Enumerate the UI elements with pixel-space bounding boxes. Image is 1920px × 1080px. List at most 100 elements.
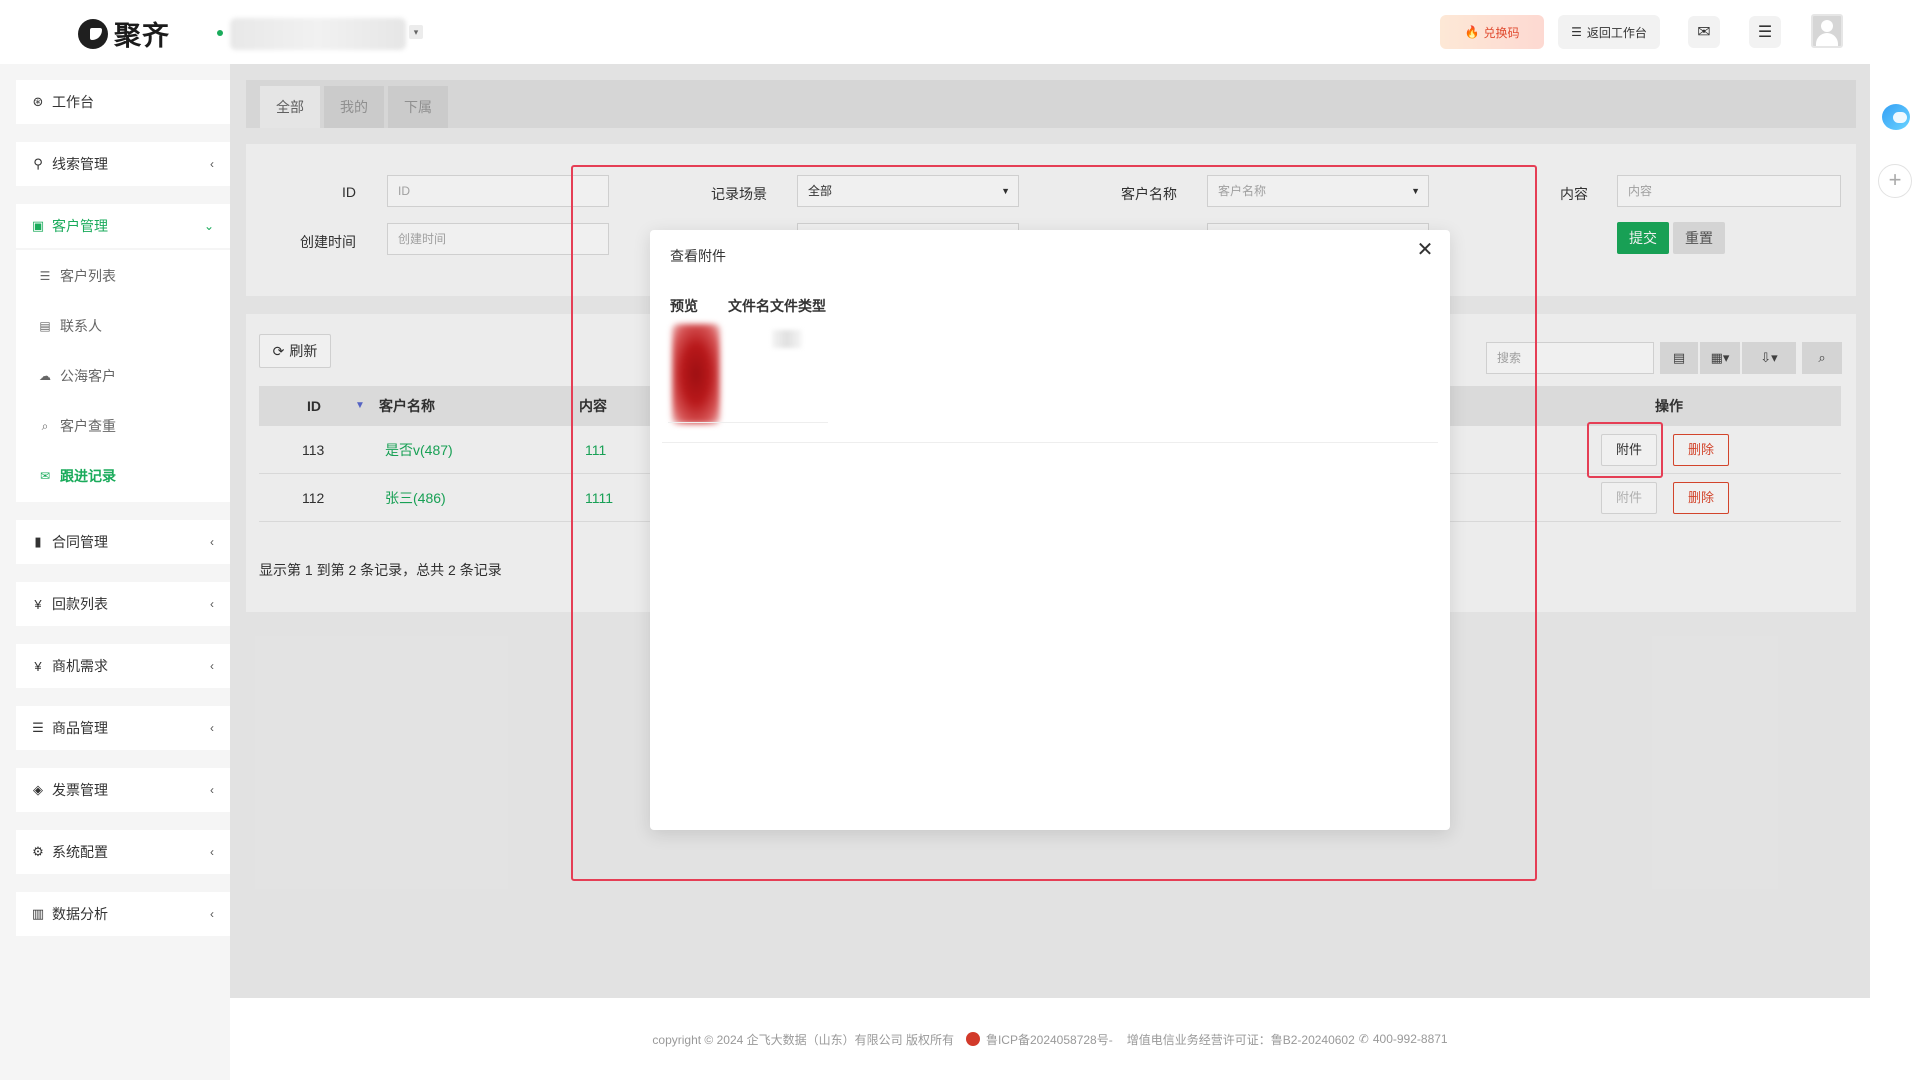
id-label: ID [342, 184, 356, 200]
dashboard-icon: ⊛ [32, 94, 44, 109]
created-time-input[interactable]: 创建时间 [387, 223, 609, 255]
column-header-customer[interactable]: 客户名称 [379, 386, 435, 426]
back-to-workbench-label: 返回工作台 [1586, 25, 1647, 40]
row-id: 112 [302, 490, 325, 506]
sidebar-item-customers[interactable]: ▣ 客户管理 ⌄ [16, 204, 230, 248]
scene-label: 记录场景 [711, 186, 767, 202]
sort-desc-icon[interactable]: ▼ [355, 386, 365, 426]
company-switcher[interactable] [230, 18, 406, 50]
sidebar-item-contracts[interactable]: ▮ 合同管理 ‹ [16, 520, 230, 564]
attachment-button[interactable]: 附件 [1601, 482, 1657, 514]
scene-select[interactable]: 全部 ▼ [797, 175, 1019, 207]
sidebar-item-products[interactable]: ☰ 商品管理 ‹ [16, 706, 230, 750]
mail-icon[interactable]: ✉ [1688, 16, 1720, 48]
sidebar-item-customer-list[interactable]: ☰ 客户列表 [38, 264, 116, 288]
attachment-modal: 查看附件 ✕ 预览 文件名 文件类型 [650, 230, 1450, 830]
id-input[interactable]: ID [387, 175, 609, 207]
sidebar-item-label: 跟进记录 [60, 468, 116, 484]
caret-down-icon[interactable]: ▾ [409, 25, 423, 39]
chevron-left-icon: ‹ [210, 157, 214, 171]
sidebar-item-duplicate-check[interactable]: ⌕ 客户查重 [38, 414, 116, 438]
column-header-content[interactable]: 内容 [579, 386, 607, 426]
plus-icon[interactable]: + [1878, 164, 1912, 198]
sidebar-item-analytics[interactable]: ▥ 数据分析 ‹ [16, 892, 230, 936]
flame-icon: 🔥 [1464, 25, 1480, 39]
table-divider [662, 442, 1438, 443]
pagination-summary: 显示第 1 到第 2 条记录，总共 2 条记录 [259, 562, 502, 578]
customer-name-select[interactable]: 客户名称 ▼ [1207, 175, 1429, 207]
list-icon: ☰ [39, 269, 51, 283]
chevron-left-icon: ‹ [210, 597, 214, 611]
row-customer-link[interactable]: 张三(486) [385, 474, 446, 522]
customer-name-label: 客户名称 [1121, 186, 1177, 202]
close-icon[interactable]: ✕ [1414, 240, 1436, 262]
delete-button[interactable]: 删除 [1673, 434, 1729, 466]
sidebar-item-workbench[interactable]: ⊛ 工作台 [16, 80, 230, 124]
back-to-workbench-button[interactable]: ☰ 返回工作台 [1558, 15, 1660, 49]
table-search-input[interactable]: 搜索 [1486, 342, 1654, 374]
row-customer-link[interactable]: 是否v(487) [385, 426, 453, 474]
column-header-id[interactable]: ID [307, 386, 321, 426]
delete-button[interactable]: 删除 [1673, 482, 1729, 514]
sidebar-item-label: 商机需求 [52, 658, 108, 674]
attachment-filename [772, 330, 802, 348]
avatar[interactable] [1811, 14, 1843, 48]
sidebar-item-follow-up[interactable]: ✉ 跟进记录 [38, 464, 116, 488]
search-icon: ⌕ [41, 418, 49, 433]
chat-bubble-icon[interactable] [1882, 104, 1910, 130]
top-bar: 聚齐 ▾ 🔥 兑换码 ☰ 返回工作台 ✉ ☰ [0, 0, 1920, 64]
sidebar-item-label: 工作台 [52, 94, 94, 110]
row-id: 113 [302, 442, 325, 458]
refresh-icon: ⟳ [272, 342, 285, 359]
tab-subordinates[interactable]: 下属 [388, 86, 448, 128]
scene-select-value: 全部 [808, 184, 833, 198]
sidebar-item-label: 商品管理 [52, 720, 108, 736]
refresh-button[interactable]: ⟳ 刷新 [259, 334, 331, 368]
sidebar-item-public-customers[interactable]: ☁ 公海客户 [38, 364, 116, 388]
reset-button[interactable]: 重置 [1673, 222, 1725, 254]
gears-icon: ⚙ [32, 844, 44, 859]
chevron-left-icon: ‹ [210, 783, 214, 797]
redeem-code-button[interactable]: 🔥 兑换码 [1440, 15, 1544, 49]
attachment-thumbnail[interactable] [672, 324, 720, 424]
list-icon: ☰ [1571, 25, 1582, 39]
logo-text: 聚齐 [114, 21, 170, 51]
tab-all[interactable]: 全部 [260, 86, 320, 128]
footer-icp[interactable]: 鲁ICP备2024058728号- [986, 1031, 1113, 1048]
export-icon[interactable]: ⇩▾ [1742, 342, 1796, 374]
sidebar-item-label: 数据分析 [52, 906, 108, 922]
sidebar-item-settings[interactable]: ⚙ 系统配置 ‹ [16, 830, 230, 874]
chevron-left-icon: ‹ [210, 845, 214, 859]
sidebar-item-label: 合同管理 [52, 534, 108, 550]
menu-icon[interactable]: ☰ [1749, 16, 1781, 48]
yen-icon: ¥ [34, 596, 42, 612]
search-icon[interactable]: ⌕ [1802, 342, 1842, 374]
chevron-left-icon: ‹ [210, 535, 214, 549]
sidebar-item-label: 发票管理 [52, 782, 108, 798]
chat-icon: ✉ [39, 469, 51, 483]
row-content: 1111 [585, 490, 614, 506]
sidebar-item-contacts[interactable]: ▤ 联系人 [38, 314, 102, 338]
bookmark-icon: ▮ [34, 534, 42, 549]
created-time-label: 创建时间 [300, 234, 356, 250]
list-icon: ☰ [32, 720, 44, 735]
tab-mine[interactable]: 我的 [324, 86, 384, 128]
content-input[interactable]: 内容 [1617, 175, 1841, 207]
logo[interactable]: 聚齐 [78, 14, 170, 53]
columns-toggle-icon[interactable]: ▤ [1660, 342, 1698, 374]
column-header-filetype: 文件类型 [770, 298, 826, 314]
content-label: 内容 [1560, 186, 1588, 202]
sidebar-item-opportunities[interactable]: ¥ 商机需求 ‹ [16, 644, 230, 688]
submit-button[interactable]: 提交 [1617, 222, 1669, 254]
sidebar-item-invoices[interactable]: ◈ 发票管理 ‹ [16, 768, 230, 812]
footer-phone: 400-992-8871 [1372, 1032, 1448, 1046]
sidebar-item-label: 公海客户 [60, 368, 116, 384]
yen-icon: ¥ [34, 658, 42, 674]
customer-submenu: ☰ 客户列表 ▤ 联系人 ☁ 公海客户 ⌕ 客户查重 ✉ 跟进记录 [16, 250, 230, 502]
sidebar-item-payments[interactable]: ¥ 回款列表 ‹ [16, 582, 230, 626]
grid-view-icon[interactable]: ▦▾ [1700, 342, 1740, 374]
caret-down-icon: ▼ [1001, 186, 1010, 196]
attachment-button[interactable]: 附件 [1601, 434, 1657, 466]
sidebar-item-leads[interactable]: ⚲ 线索管理 ‹ [16, 142, 230, 186]
bar-chart-icon: ▥ [31, 906, 45, 921]
